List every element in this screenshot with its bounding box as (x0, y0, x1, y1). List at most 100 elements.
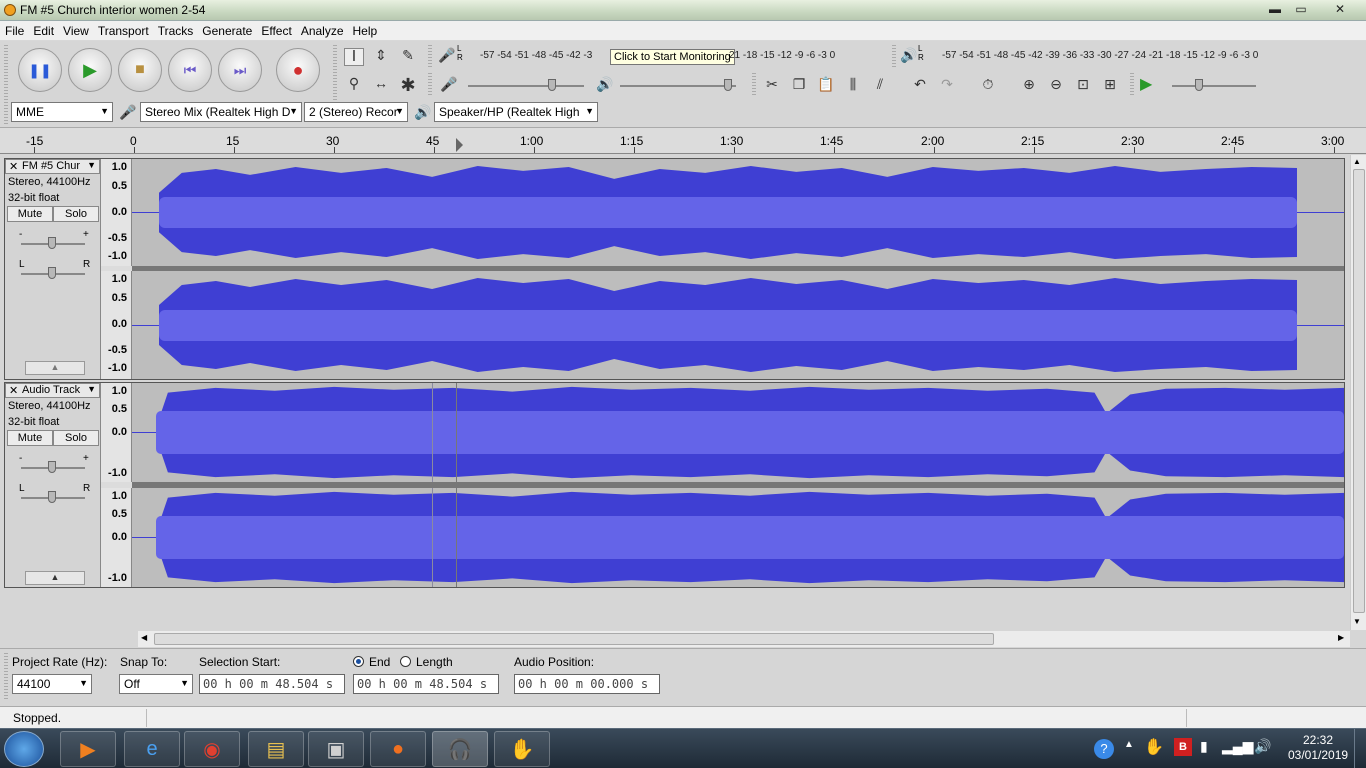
skip-end-button[interactable]: ⏭ (218, 48, 262, 92)
firefox-taskbar-icon[interactable]: ● (370, 731, 426, 767)
trim-icon[interactable]: ⫼ (843, 77, 863, 91)
amplitude-scale[interactable]: 1.0 0.5 0.0 -0.5 -1.0 (101, 271, 132, 379)
menu-view[interactable]: View (58, 21, 93, 38)
amplitude-scale[interactable]: 1.0 0.5 0.0 -0.5 -1.0 (101, 159, 132, 266)
tray-app-icon[interactable]: ✋ (1144, 737, 1164, 757)
menu-generate[interactable]: Generate (197, 21, 256, 38)
length-radio[interactable] (400, 656, 411, 667)
pan-thumb[interactable] (48, 267, 56, 279)
audio-host-select[interactable]: MME ▼ (11, 102, 113, 122)
zoom-in-icon[interactable]: ⊕ (1019, 77, 1039, 91)
selection-start-field[interactable]: 00 h 00 m 48.504 s (199, 674, 345, 694)
track-name-menu[interactable]: ✕ FM #5 Chur ▼ (5, 159, 100, 174)
play-button[interactable]: ▶ (68, 48, 112, 92)
close-button[interactable]: ✕ (1318, 0, 1362, 19)
clock[interactable]: 22:32 03/01/2019 (1288, 733, 1348, 763)
zoom-tool-icon[interactable]: ⚲ (344, 76, 364, 90)
internet-explorer-taskbar-icon[interactable]: e (124, 731, 180, 767)
undo-icon[interactable]: ↶ (910, 77, 930, 91)
device-grip[interactable] (4, 102, 8, 124)
chrome-taskbar-icon[interactable]: ◉ (184, 731, 240, 767)
playhead-marker[interactable] (456, 138, 463, 152)
paste-icon[interactable]: 📋 (816, 77, 836, 91)
power-tray-icon[interactable]: ▮ (1200, 738, 1208, 755)
cut-icon[interactable]: ✂ (762, 77, 782, 91)
draw-tool-icon[interactable]: ✎ (398, 48, 418, 62)
zoom-out-icon[interactable]: ⊖ (1046, 77, 1066, 91)
fit-selection-icon[interactable]: ⊡ (1073, 77, 1093, 91)
snap-to-select[interactable]: Off ▼ (119, 674, 193, 694)
menu-effect[interactable]: Effect (256, 21, 295, 38)
silence-icon[interactable]: ⫽ (870, 77, 890, 91)
media-player-taskbar-icon[interactable]: ▶ (60, 731, 116, 767)
selection-end-field[interactable]: 00 h 00 m 48.504 s (353, 674, 499, 694)
recording-channels-select[interactable]: 2 (Stereo) Recor ▼ (304, 102, 408, 122)
audacity-taskbar-icon[interactable]: 🎧 (432, 731, 488, 767)
record-meter-scale-tail[interactable]: 21 -18 -15 -12 -9 -6 -3 0 (729, 50, 835, 64)
edit-grip[interactable] (752, 73, 756, 97)
pan-thumb[interactable] (48, 491, 56, 503)
collapse-track-button[interactable]: ▲ (25, 361, 85, 375)
play-speed-slider[interactable] (1172, 85, 1256, 87)
record-meter-scale[interactable]: -57 -54 -51 -48 -45 -42 -3 (480, 50, 592, 64)
skip-start-button[interactable]: ⏮ (168, 48, 212, 92)
vertical-scrollbar[interactable]: ▲ ▼ (1350, 155, 1366, 630)
track-name-menu[interactable]: ✕ Audio Track ▼ (5, 383, 100, 398)
explorer-taskbar-icon[interactable]: ▤ (248, 731, 304, 767)
menu-analyze[interactable]: Analyze (296, 21, 348, 38)
speaker-icon[interactable]: 🔊 (900, 48, 917, 62)
end-radio[interactable] (353, 656, 364, 667)
volume-tray-icon[interactable]: 🔊 (1254, 738, 1271, 755)
play-speed-thumb[interactable] (1195, 79, 1203, 91)
solo-button[interactable]: Solo (53, 430, 99, 446)
recording-device-select[interactable]: Stereo Mix (Realtek High D ▼ (140, 102, 302, 122)
input-volume-slider[interactable] (468, 85, 584, 87)
record-meter-grip[interactable] (428, 45, 432, 69)
horizontal-scroll-thumb[interactable] (154, 633, 994, 645)
vertical-scroll-thumb[interactable] (1353, 169, 1365, 613)
copy-icon[interactable]: ❐ (789, 77, 809, 91)
tools-grip[interactable] (333, 45, 337, 101)
solo-button[interactable]: Solo (53, 206, 99, 222)
amplitude-scale[interactable]: 1.0 0.5 0.0 -1.0 (101, 488, 132, 587)
waveform-channel-left[interactable] (132, 159, 1344, 266)
maximize-button[interactable]: ▭ (1288, 0, 1314, 19)
output-volume-slider[interactable] (620, 85, 736, 87)
stop-button[interactable]: ■ (118, 48, 162, 92)
fit-project-icon[interactable]: ⊞ (1100, 77, 1120, 91)
show-hidden-icons-icon[interactable]: ▲ (1124, 739, 1134, 750)
waveform-channel-left[interactable] (132, 383, 1344, 482)
menu-transport[interactable]: Transport (93, 21, 153, 38)
mixer-grip[interactable] (428, 73, 432, 97)
waveform-channel-right[interactable] (132, 271, 1344, 379)
play-meter-scale[interactable]: -57 -54 -51 -48 -45 -42 -39 -36 -33 -30 … (942, 50, 1258, 64)
playback-device-select[interactable]: Speaker/HP (Realtek High ▼ (434, 102, 598, 122)
audio-position-field[interactable]: 00 h 00 m 00.000 s (514, 674, 660, 694)
amplitude-scale[interactable]: 1.0 0.5 0.0 -1.0 (101, 383, 132, 482)
hand-tool-taskbar-icon[interactable]: ✋ (494, 731, 550, 767)
menu-help[interactable]: Help (348, 21, 382, 38)
multi-tool-icon[interactable]: ✱ (398, 76, 418, 94)
time-shift-tool-icon[interactable]: ↔ (371, 76, 391, 90)
scroll-left-icon[interactable]: ◀ (141, 633, 147, 642)
network-signal-icon[interactable]: ▂▄▆ (1222, 738, 1253, 755)
input-volume-thumb[interactable] (548, 79, 556, 91)
pause-button[interactable]: ❚❚ (18, 48, 62, 92)
help-tray-icon[interactable]: ? (1094, 739, 1114, 759)
scroll-down-icon[interactable]: ▼ (1353, 617, 1361, 626)
minimize-button[interactable]: ▬ (1262, 0, 1288, 19)
microphone-icon[interactable]: 🎤 (438, 48, 455, 62)
play-at-speed-icon[interactable]: ▶ (1140, 77, 1152, 93)
collapse-track-button[interactable]: ▲ (25, 571, 85, 585)
record-button[interactable]: ● (276, 48, 320, 92)
photo-viewer-taskbar-icon[interactable]: ▣ (308, 731, 364, 767)
redo-icon[interactable]: ↷ (937, 77, 957, 91)
menu-file[interactable]: File (0, 21, 28, 38)
track-control-panel[interactable]: ✕ FM #5 Chur ▼ Stereo, 44100Hz 32-bit floa… (5, 159, 101, 379)
gain-thumb[interactable] (48, 237, 56, 249)
play-meter-grip[interactable] (892, 45, 896, 69)
waveform-channel-right[interactable] (132, 488, 1344, 587)
close-track-icon[interactable]: ✕ (9, 384, 18, 397)
gain-thumb[interactable] (48, 461, 56, 473)
selection-grip[interactable] (4, 653, 8, 699)
